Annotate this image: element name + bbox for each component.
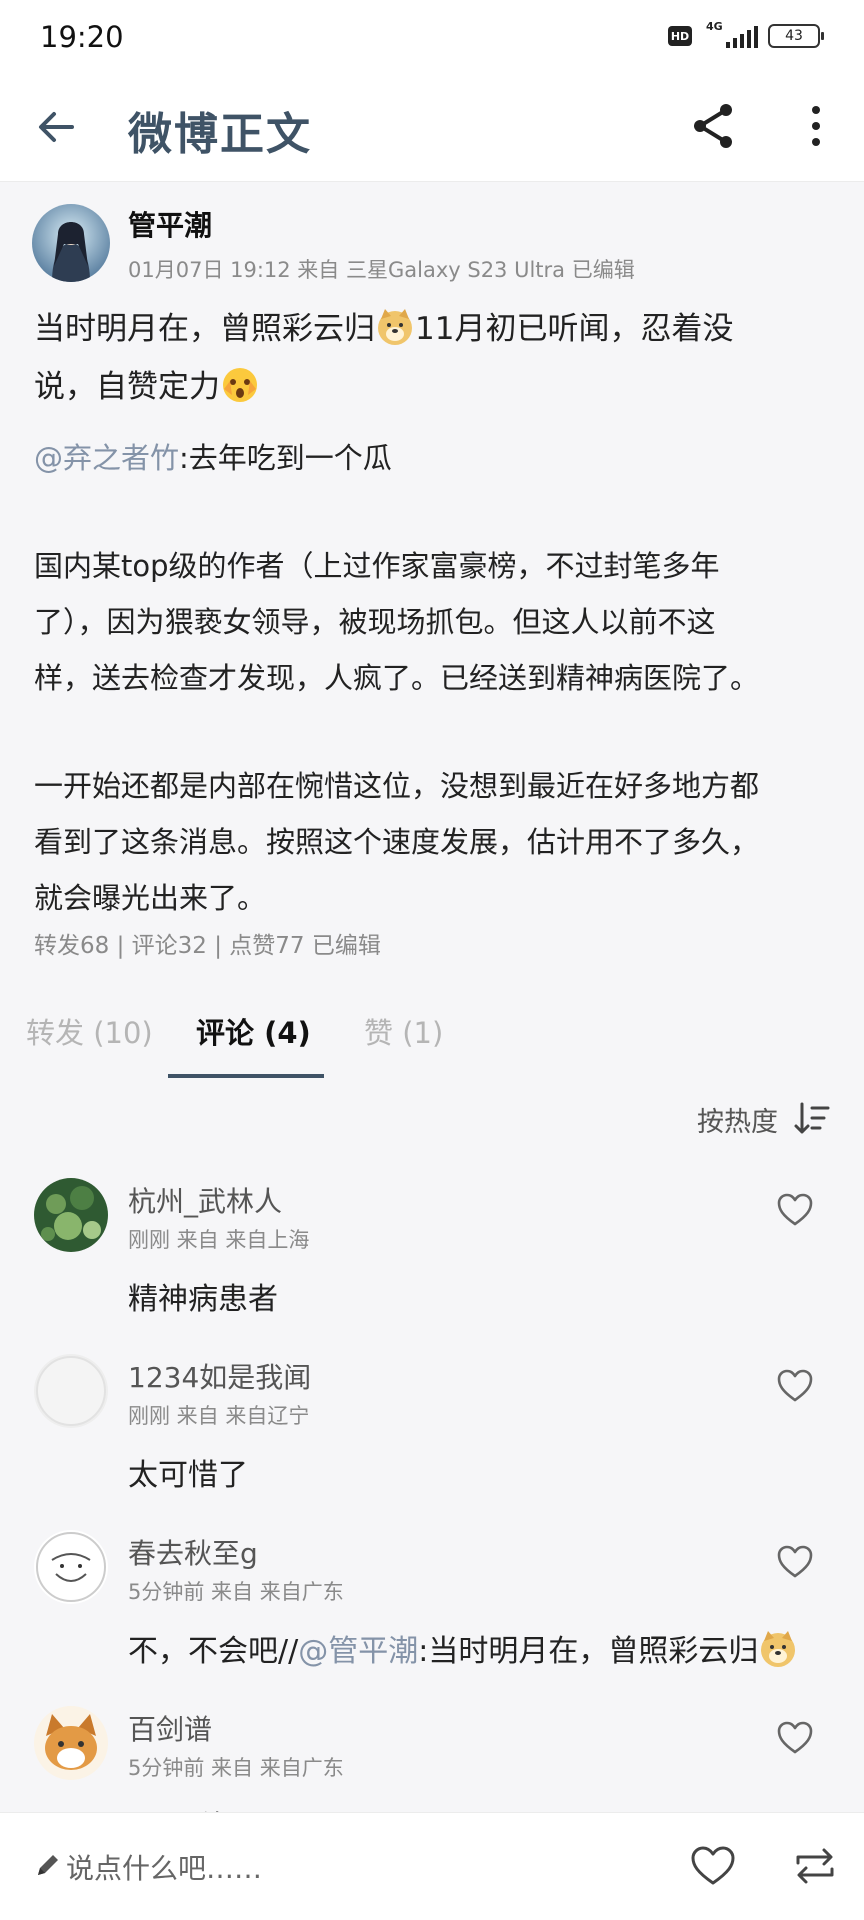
- shocked-emoji-icon: [223, 368, 257, 402]
- comment-meta: 5分钟前 来自 来自广东: [128, 1756, 344, 1780]
- page-title: 微博正文: [128, 109, 312, 160]
- post-text: 当时明月在，曾照彩云归 11月初已听闻，忍着没 说，自赞定力: [34, 300, 834, 416]
- status-bar: 19:20 HD 4G 43: [0, 0, 864, 72]
- repost-icon[interactable]: [792, 1845, 838, 1887]
- like-heart-icon[interactable]: [776, 1368, 814, 1404]
- post-text-line: 说，自赞定力: [34, 369, 220, 405]
- commenter-name[interactable]: 杭州_武林人: [128, 1180, 282, 1220]
- post-tabs: 转发 (10) 评论 (4) 赞 (1): [0, 982, 864, 1078]
- pencil-icon: [38, 1855, 58, 1875]
- app-bar: 微博正文: [0, 72, 864, 182]
- repost-line: 样，送去检查才发现，人疯了。已经送到精神病医院了。: [34, 661, 760, 695]
- post-meta: 01月07日 19:12 来自 三星Galaxy S23 Ultra 已编辑: [128, 258, 635, 282]
- post-text-line: 当时明月在，曾照彩云归: [34, 311, 375, 347]
- comment-input[interactable]: 说点什么吧……: [66, 1847, 262, 1887]
- mention-link[interactable]: @管平潮: [298, 1634, 418, 1669]
- comment-item: 百剑谱 5分钟前 来自 来自广东 啊 是他?: [0, 1706, 864, 1812]
- commenter-name[interactable]: 1234如是我闻: [128, 1356, 311, 1396]
- hd-icon: HD: [668, 26, 692, 46]
- back-arrow-icon[interactable]: [32, 102, 82, 152]
- post-text-line: 11月初已听闻，忍着没: [415, 311, 734, 347]
- repost-line: 一开始还都是内部在惋惜这位，没想到最近在好多地方都: [34, 769, 760, 803]
- status-time: 19:20: [40, 20, 124, 54]
- commenter-avatar[interactable]: [34, 1530, 108, 1604]
- sort-button[interactable]: 按热度: [697, 1100, 778, 1139]
- reposted-text: @弃之者竹:去年吃到一个瓜 国内某top级的作者（上过作家富豪榜，不过封笔多年 …: [34, 430, 844, 926]
- like-heart-icon[interactable]: [776, 1720, 814, 1756]
- battery-icon: 43: [768, 24, 824, 48]
- doge-emoji-icon: [761, 1631, 796, 1667]
- comment-composer: 说点什么吧……: [0, 1812, 864, 1920]
- commenter-name[interactable]: 百剑谱: [128, 1708, 212, 1748]
- more-vertical-icon[interactable]: [796, 98, 836, 154]
- doge-emoji-icon: [378, 309, 412, 345]
- repost-line: :去年吃到一个瓜: [179, 441, 392, 475]
- comment-meta: 刚刚 来自 来自上海: [128, 1228, 310, 1252]
- comment-text: 啊 是他?: [128, 1802, 243, 1812]
- repost-line: 了），因为猥亵女领导，被现场抓包。但这人以前不这: [34, 605, 716, 639]
- signal-icon: 4G: [702, 20, 758, 50]
- post-stats: 转发68 | 评论32 | 点赞77 已编辑: [34, 933, 381, 959]
- comment-text: 精神病患者: [128, 1282, 278, 1317]
- sort-bar: 按热度: [0, 1078, 864, 1158]
- tab-like[interactable]: 赞 (1): [364, 1010, 443, 1052]
- tab-comment[interactable]: 评论 (4): [196, 1010, 311, 1052]
- comment-text: 太可惜了: [128, 1458, 248, 1493]
- author-name[interactable]: 管平潮: [128, 204, 212, 244]
- tab-repost[interactable]: 转发 (10): [26, 1010, 153, 1052]
- repost-line: 就会曝光出来了。: [34, 881, 267, 915]
- comment-item: 杭州_武林人 刚刚 来自 来自上海 精神病患者: [0, 1178, 864, 1354]
- repost-line: 国内某top级的作者（上过作家富豪榜，不过封笔多年: [34, 549, 720, 583]
- comment-item: 1234如是我闻 刚刚 来自 来自辽宁 太可惜了: [0, 1354, 864, 1530]
- commenter-avatar[interactable]: [34, 1706, 108, 1780]
- status-icons: HD 4G 43: [668, 20, 824, 50]
- comment-meta: 5分钟前 来自 来自广东: [128, 1580, 344, 1604]
- like-heart-icon[interactable]: [690, 1845, 736, 1887]
- author-avatar[interactable]: [32, 204, 110, 282]
- commenter-avatar[interactable]: [34, 1178, 108, 1252]
- comment-text: 不，不会吧//@管平潮:当时明月在，曾照彩云归: [128, 1626, 798, 1670]
- comment-meta: 刚刚 来自 来自辽宁: [128, 1404, 310, 1428]
- commenter-name[interactable]: 春去秋至g: [128, 1532, 258, 1572]
- commenter-avatar[interactable]: [34, 1354, 108, 1428]
- share-icon[interactable]: [686, 98, 742, 154]
- comment-item: 春去秋至g 5分钟前 来自 来自广东 不，不会吧//@管平潮:当时明月在，曾照彩…: [0, 1530, 864, 1706]
- like-heart-icon[interactable]: [776, 1544, 814, 1580]
- sort-icon[interactable]: [792, 1098, 832, 1138]
- battery-level: 43: [785, 28, 803, 44]
- network-type: 4G: [706, 20, 723, 33]
- weibo-post: 管平潮 01月07日 19:12 来自 三星Galaxy S23 Ultra 已…: [0, 182, 864, 972]
- mention-link[interactable]: @弃之者竹: [34, 441, 179, 475]
- like-heart-icon[interactable]: [776, 1192, 814, 1228]
- repost-line: 看到了这条消息。按照这个速度发展，估计用不了多久，: [34, 825, 760, 859]
